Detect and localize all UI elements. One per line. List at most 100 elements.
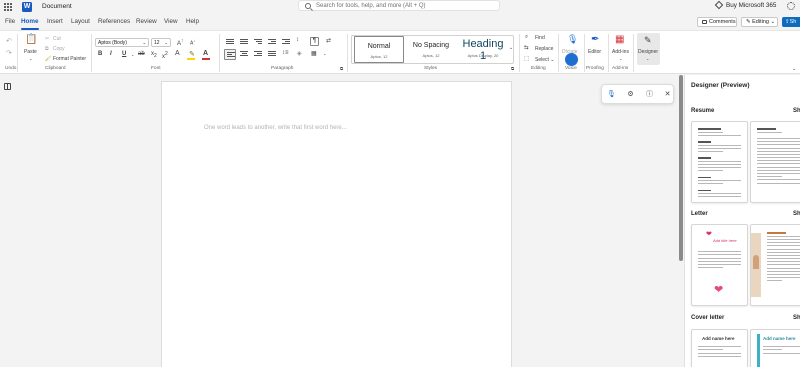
undo-icon[interactable]: ↶ bbox=[6, 37, 12, 45]
cover-letter-show-all-link[interactable]: Sh bbox=[793, 315, 800, 321]
add-ins-icon[interactable]: ▦ bbox=[615, 34, 624, 45]
buy-microsoft-365-link[interactable]: Buy Microsoft 365 bbox=[714, 0, 776, 10]
cover-letter-template-2[interactable]: Add name here bbox=[750, 329, 800, 367]
tab-home[interactable]: Home bbox=[21, 18, 39, 30]
strikethrough-button[interactable]: ab bbox=[138, 51, 145, 57]
justify-icon[interactable] bbox=[268, 51, 276, 58]
align-right-icon[interactable] bbox=[254, 51, 262, 58]
search-input[interactable]: Search for tools, help, and more (Alt + … bbox=[298, 0, 500, 11]
font-color-swatch bbox=[202, 58, 210, 60]
navigation-pane-icon[interactable] bbox=[4, 83, 11, 90]
show-formatting-marks-icon[interactable]: ¶ bbox=[310, 37, 319, 46]
styles-more-icon[interactable]: ⌄ bbox=[509, 45, 513, 51]
find-button[interactable]: Find bbox=[535, 35, 545, 41]
microphone-icon[interactable]: 🎙 bbox=[607, 90, 616, 99]
tab-help[interactable]: Help bbox=[186, 18, 199, 25]
chevron-down-icon[interactable]: ⌄ bbox=[131, 52, 134, 57]
select-button[interactable]: Select ⌄ bbox=[535, 57, 555, 63]
app-launcher-icon[interactable] bbox=[4, 3, 12, 11]
title-bar: W Document Search for tools, help, and m… bbox=[0, 0, 800, 14]
sort-icon[interactable]: ↕ bbox=[296, 37, 299, 43]
grow-font-icon[interactable]: A↑ bbox=[177, 38, 184, 47]
dictate-button[interactable]: Dictate bbox=[562, 49, 578, 55]
superscript-button[interactable]: x2 bbox=[162, 51, 168, 60]
paste-chevron-icon[interactable]: ⌄ bbox=[29, 56, 32, 61]
shading-icon[interactable]: ◈ bbox=[297, 50, 302, 57]
format-painter-label[interactable]: Format Painter bbox=[53, 56, 86, 62]
text-direction-icon[interactable]: ⇄ bbox=[326, 37, 331, 44]
shrink-font-icon[interactable]: A↓ bbox=[190, 38, 195, 47]
dialog-launcher-icon[interactable]: ⧉ bbox=[340, 66, 343, 71]
ribbon-collapse-icon[interactable]: ⌄ bbox=[792, 66, 796, 72]
increase-indent-icon[interactable] bbox=[282, 39, 290, 46]
replace-button[interactable]: Replace bbox=[535, 46, 553, 52]
cover-letter-template-1[interactable]: Add name here bbox=[691, 329, 748, 367]
tab-layout[interactable]: Layout bbox=[71, 18, 90, 25]
highlight-color-icon[interactable]: ✎ bbox=[189, 50, 195, 58]
tab-references[interactable]: References bbox=[98, 18, 130, 25]
align-center-icon[interactable] bbox=[240, 51, 248, 58]
resume-show-all-link[interactable]: Sh bbox=[793, 108, 800, 114]
text-effects-icon[interactable]: A bbox=[175, 50, 180, 57]
word-logo-icon[interactable]: W bbox=[22, 2, 32, 12]
redo-icon[interactable]: ↷ bbox=[6, 49, 12, 57]
tab-insert[interactable]: Insert bbox=[47, 18, 63, 25]
editing-group-label: Editing bbox=[531, 66, 546, 71]
paste-icon[interactable]: 📋 bbox=[25, 34, 37, 45]
align-left-button[interactable] bbox=[224, 49, 236, 60]
numbering-icon[interactable] bbox=[240, 39, 248, 46]
document-title[interactable]: Document bbox=[42, 3, 72, 10]
chevron-down-icon[interactable]: ⌄ bbox=[323, 51, 326, 56]
style-heading-1[interactable]: Heading 1 Aptos Display, 20 bbox=[458, 36, 508, 63]
multilevel-list-icon[interactable] bbox=[254, 39, 262, 46]
select-label: Select bbox=[535, 57, 549, 63]
editing-mode-button[interactable]: ✎ Editing ⌄ bbox=[741, 17, 778, 27]
editor-icon[interactable]: ✒ bbox=[591, 34, 599, 45]
cut-label[interactable]: Cut bbox=[53, 36, 61, 42]
tab-review[interactable]: Review bbox=[136, 18, 157, 25]
close-icon[interactable]: ✕ bbox=[663, 90, 672, 99]
style-normal[interactable]: Normal Aptos, 12 bbox=[354, 36, 404, 63]
borders-icon[interactable]: ▦ bbox=[311, 50, 317, 57]
comments-button[interactable]: Comments bbox=[697, 17, 737, 27]
divider bbox=[347, 34, 348, 72]
paste-label[interactable]: Paste bbox=[24, 49, 37, 55]
add-ins-button[interactable]: Add-ins bbox=[612, 49, 629, 55]
copy-label[interactable]: Copy bbox=[53, 46, 65, 52]
bullets-icon[interactable] bbox=[226, 39, 234, 46]
decrease-indent-icon[interactable] bbox=[268, 39, 276, 46]
tab-file[interactable]: File bbox=[5, 18, 15, 25]
resume-template-2[interactable] bbox=[750, 121, 800, 203]
help-icon[interactable]: ⓘ bbox=[645, 90, 654, 99]
divider bbox=[584, 34, 585, 72]
chevron-down-icon[interactable]: ⌄ bbox=[619, 56, 622, 61]
comment-icon bbox=[702, 19, 707, 24]
microphone-icon[interactable]: 🎙 bbox=[567, 34, 578, 45]
letter-show-all-link[interactable]: Sh bbox=[793, 211, 800, 217]
underline-button[interactable]: U bbox=[122, 51, 126, 57]
subscript-button[interactable]: x2 bbox=[151, 51, 157, 59]
diamond-icon bbox=[714, 0, 724, 10]
editor-button[interactable]: Editor bbox=[588, 49, 601, 55]
line-spacing-icon[interactable]: ↕≡ bbox=[282, 50, 289, 56]
font-name-select[interactable]: Aptos (Body) ⌄ bbox=[95, 38, 149, 47]
voice-group-label: Voice bbox=[565, 66, 577, 71]
style-no-spacing[interactable]: No Spacing Aptos, 12 bbox=[406, 36, 456, 63]
letter-template-1[interactable]: ❤ Add title here ❤ bbox=[691, 224, 748, 306]
font-color-icon[interactable]: A bbox=[203, 50, 208, 57]
bold-button[interactable]: B bbox=[98, 51, 102, 57]
settings-gear-icon[interactable] bbox=[787, 2, 795, 10]
settings-icon[interactable]: ⚙ bbox=[626, 90, 635, 99]
resume-template-1[interactable] bbox=[691, 121, 748, 203]
tab-view[interactable]: View bbox=[164, 18, 178, 25]
italic-button[interactable]: I bbox=[110, 51, 112, 57]
designer-button[interactable]: ✎ Designer ⌄ bbox=[637, 33, 660, 65]
share-label: Sh bbox=[789, 19, 797, 25]
ribbon-tabs: File Home Insert Layout References Revie… bbox=[0, 14, 800, 30]
font-size-select[interactable]: 12 ⌄ bbox=[151, 38, 171, 47]
vertical-scrollbar[interactable] bbox=[679, 75, 683, 261]
share-button[interactable]: ⇪Sh bbox=[782, 17, 800, 27]
dialog-launcher-icon[interactable]: ⧉ bbox=[511, 66, 514, 71]
document-page[interactable]: One word leads to another, write that fi… bbox=[161, 81, 512, 367]
letter-template-2[interactable] bbox=[750, 224, 800, 306]
